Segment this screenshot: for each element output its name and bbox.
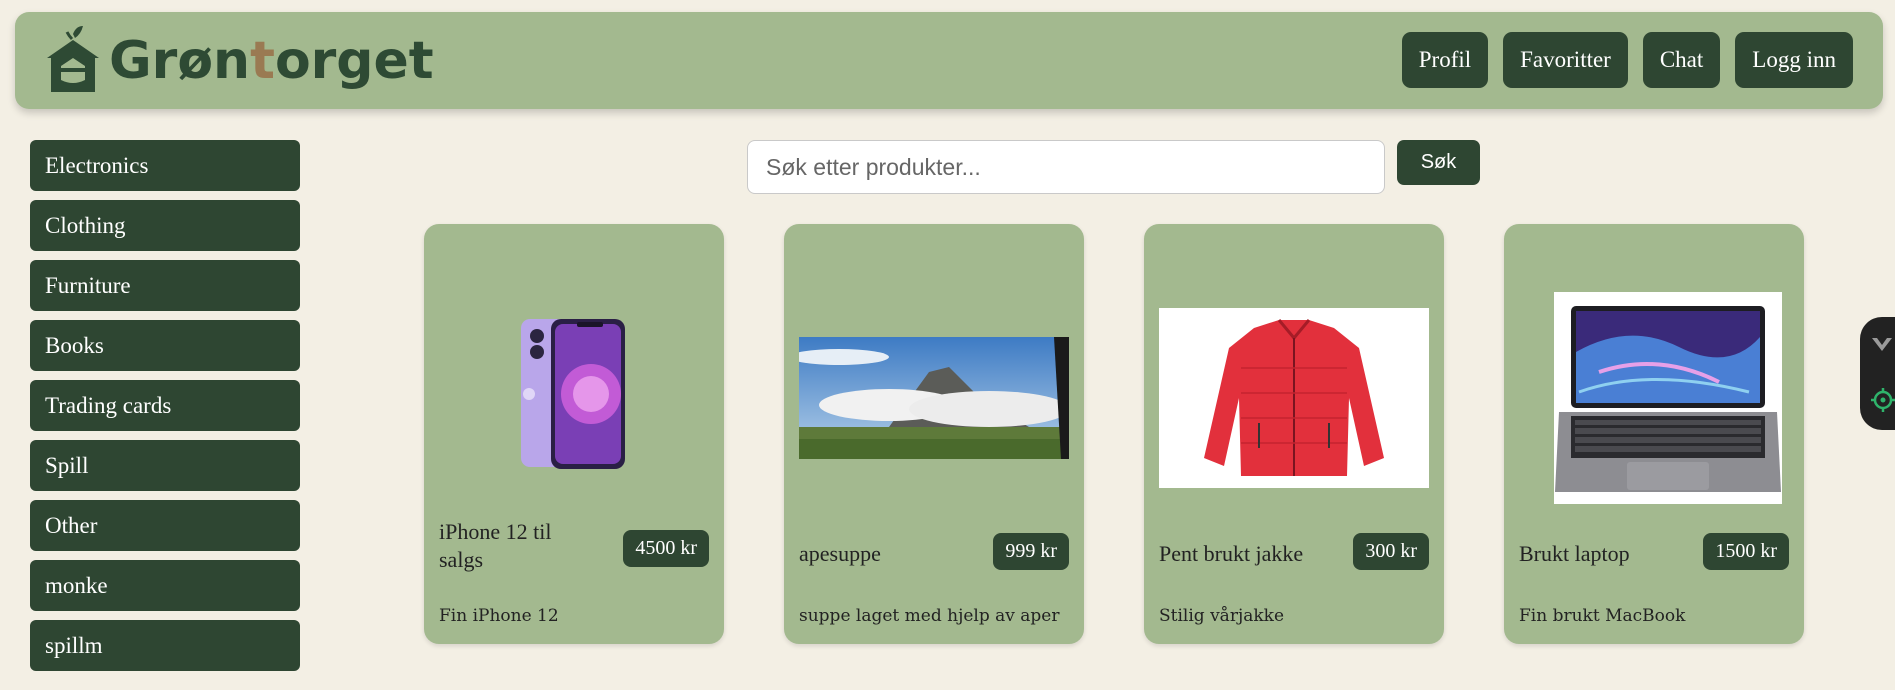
product-title: iPhone 12 til salgs	[439, 519, 552, 572]
product-price: 300 kr	[1353, 533, 1429, 570]
product-card[interactable]: apesuppe 999 kr suppe laget med hjelp av…	[784, 224, 1084, 644]
site-header: Grøntorget Profil Favoritter Chat Logg i…	[15, 12, 1883, 109]
category-clothing[interactable]: Clothing	[30, 200, 300, 251]
jacket-image	[1159, 308, 1429, 488]
category-monke[interactable]: monke	[30, 560, 300, 611]
favorites-button[interactable]: Favoritter	[1503, 32, 1628, 88]
product-description: suppe laget med hjelp av aper	[799, 606, 1060, 626]
product-description: Fin iPhone 12	[439, 606, 559, 626]
logo-text: Grøntorget	[109, 31, 434, 91]
product-card[interactable]: Pent brukt jakke 300 kr Stilig vårjakke	[1144, 224, 1444, 644]
search-input[interactable]	[747, 140, 1385, 194]
category-furniture[interactable]: Furniture	[30, 260, 300, 311]
profile-button[interactable]: Profil	[1401, 32, 1489, 88]
logo[interactable]: Grøntorget	[43, 26, 434, 94]
product-card[interactable]: Brukt laptop 1500 kr Fin brukt MacBook	[1504, 224, 1804, 644]
iphone-image	[521, 319, 625, 469]
search-button[interactable]: Søk	[1397, 140, 1480, 185]
category-spillm[interactable]: spillm	[30, 620, 300, 671]
category-sidebar: Electronics Clothing Furniture Books Tra…	[30, 140, 300, 680]
login-button[interactable]: Logg inn	[1735, 32, 1853, 88]
side-widget[interactable]	[1860, 317, 1895, 430]
product-price: 1500 kr	[1703, 533, 1789, 570]
product-price: 4500 kr	[623, 530, 709, 567]
mountain-image	[799, 337, 1069, 459]
laptop-image	[1554, 292, 1782, 504]
category-trading-cards[interactable]: Trading cards	[30, 380, 300, 431]
product-card[interactable]: iPhone 12 til salgs 4500 kr Fin iPhone 1…	[424, 224, 724, 644]
target-icon[interactable]	[1870, 387, 1895, 413]
house-leaf-icon	[47, 26, 99, 92]
category-other[interactable]: Other	[30, 500, 300, 551]
product-title: Pent brukt jakke	[1159, 541, 1304, 566]
category-spill[interactable]: Spill	[30, 440, 300, 491]
product-description: Fin brukt MacBook	[1519, 606, 1686, 626]
product-title: Brukt laptop	[1519, 541, 1630, 566]
chevron-down-icon[interactable]	[1870, 335, 1894, 355]
top-nav: Profil Favoritter Chat Logg inn	[1401, 32, 1853, 88]
product-title: apesuppe	[799, 541, 881, 566]
category-electronics[interactable]: Electronics	[30, 140, 300, 191]
product-price: 999 kr	[993, 533, 1069, 570]
product-description: Stilig vårjakke	[1159, 606, 1285, 626]
chat-button[interactable]: Chat	[1642, 32, 1721, 88]
category-books[interactable]: Books	[30, 320, 300, 371]
